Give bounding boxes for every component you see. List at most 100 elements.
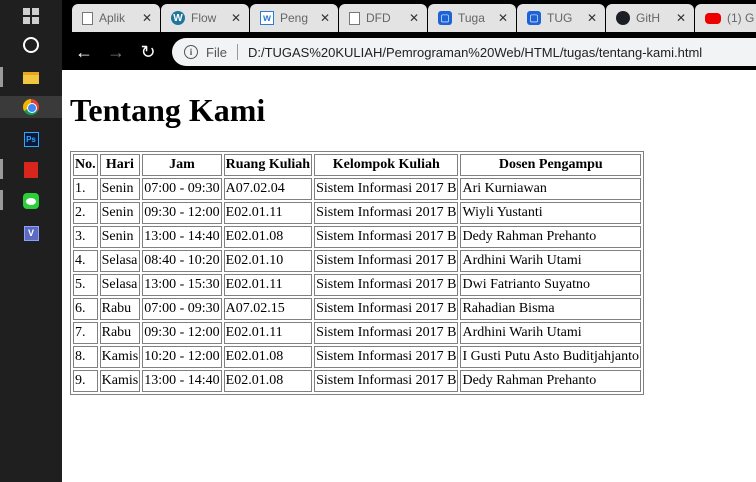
table-cell: 07:00 - 09:30: [142, 178, 222, 200]
visual-studio-icon[interactable]: V: [18, 222, 44, 244]
table-cell: 3.: [73, 226, 98, 248]
acrobat-pdf-icon[interactable]: [18, 159, 44, 181]
table-cell: Dwi Fatrianto Suyatno: [460, 274, 642, 296]
table-row: 9. Kamis 13:00 - 14:40 E02.01.08 Sistem Info…: [73, 370, 642, 392]
table-cell: I Gusti Putu Asto Buditjahjanto: [460, 346, 642, 368]
close-icon[interactable]: ✕: [498, 11, 508, 25]
table-cell: Selasa: [99, 274, 141, 296]
table-cell: 08:40 - 10:20: [142, 250, 222, 272]
blue-app-icon: ▢: [527, 11, 541, 25]
wordpress-icon: W: [171, 11, 185, 25]
table-cell: Kamis: [99, 370, 141, 392]
taskbar-running-indicator: [0, 67, 3, 87]
table-cell: Dedy Rahman Prehanto: [460, 370, 642, 392]
table-cell: E02.01.11: [223, 202, 313, 224]
close-icon[interactable]: ✕: [231, 11, 241, 25]
browser-tabstrip: Aplik ✕ W Flow ✕ w Peng ✕ DFD ✕ ▢ Tuga ✕ ▢ TUG ✕ GitH ✕ (1…: [62, 0, 756, 34]
cortana-icon[interactable]: [18, 34, 44, 56]
table-cell: Sistem Informasi 2017 B: [314, 370, 459, 392]
close-icon[interactable]: ✕: [142, 11, 152, 25]
back-arrow-icon[interactable]: ←: [72, 40, 96, 64]
browser-tab[interactable]: DFD ✕: [339, 4, 427, 32]
close-icon[interactable]: ✕: [409, 11, 419, 25]
table-row: 6. Rabu 07:00 - 09:30 A07.02.15 Sistem Infor…: [73, 298, 642, 320]
tab-title: Tuga: [458, 11, 485, 25]
table-header-cell: Jam: [142, 154, 222, 176]
file-explorer-icon[interactable]: [18, 67, 44, 89]
table-header-cell: Hari: [99, 154, 141, 176]
table-cell: Senin: [99, 226, 141, 248]
photoshop-icon[interactable]: Ps: [18, 128, 44, 150]
tab-title: Aplik: [99, 11, 126, 25]
browser-tab[interactable]: Aplik ✕: [72, 4, 160, 32]
table-cell: Kamis: [99, 346, 141, 368]
table-cell: Ardhini Warih Utami: [460, 250, 642, 272]
page-content: Tentang Kami No. Hari Jam Ruang Kuliah Kelom…: [62, 70, 756, 482]
table-cell: Sistem Informasi 2017 B: [314, 322, 459, 344]
table-cell: 07:00 - 09:30: [142, 298, 222, 320]
table-cell: Rabu: [99, 322, 141, 344]
close-icon[interactable]: ✕: [320, 11, 330, 25]
table-cell: Wiyli Yustanti: [460, 202, 642, 224]
table-cell: 09:30 - 12:00: [142, 202, 222, 224]
table-cell: E02.01.08: [223, 346, 313, 368]
table-cell: Sistem Informasi 2017 B: [314, 250, 459, 272]
chrome-icon[interactable]: [0, 96, 62, 118]
table-cell: Sistem Informasi 2017 B: [314, 202, 459, 224]
table-cell: E02.01.10: [223, 250, 313, 272]
page-icon: [82, 11, 93, 25]
tab-title: DFD: [366, 11, 391, 25]
browser-tab[interactable]: ▢ TUG ✕: [517, 4, 605, 32]
close-icon[interactable]: ✕: [587, 11, 597, 25]
table-cell: 13:00 - 14:40: [142, 370, 222, 392]
github-icon: [616, 11, 630, 25]
tab-title: TUG: [547, 11, 573, 25]
table-cell: Senin: [99, 178, 141, 200]
table-row: 5. Selasa 13:00 - 15:30 E02.01.11 Sistem Inf…: [73, 274, 642, 296]
table-header-cell: Ruang Kuliah: [223, 154, 313, 176]
table-cell: 5.: [73, 274, 98, 296]
browser-tab[interactable]: w Peng ✕: [250, 4, 338, 32]
address-url[interactable]: D:/TUGAS%20KULIAH/Pemrograman%20Web/HTML…: [248, 45, 702, 60]
browser-tab[interactable]: (1) G✕: [695, 4, 756, 32]
table-cell: Ari Kurniawan: [460, 178, 642, 200]
reload-icon[interactable]: ↻: [136, 40, 160, 64]
table-header-row: No. Hari Jam Ruang Kuliah Kelompok Kuliah Dos…: [73, 154, 642, 176]
youtube-icon: [705, 12, 721, 24]
table-cell: 9.: [73, 370, 98, 392]
table-cell: A07.02.15: [223, 298, 313, 320]
table-cell: 13:00 - 15:30: [142, 274, 222, 296]
tab-title: Peng: [280, 11, 309, 25]
table-cell: A07.02.04: [223, 178, 313, 200]
table-cell: Sistem Informasi 2017 B: [314, 274, 459, 296]
browser-tab[interactable]: W Flow ✕: [161, 4, 249, 32]
table-header-cell: No.: [73, 154, 98, 176]
table-cell: 1.: [73, 178, 98, 200]
tab-title: GitH: [636, 11, 660, 25]
table-row: 2. Senin 09:30 - 12:00 E02.01.11 Sistem Info…: [73, 202, 642, 224]
windows-start-icon[interactable]: [18, 5, 44, 27]
table-cell: Ardhini Warih Utami: [460, 322, 642, 344]
forward-arrow-icon[interactable]: →: [104, 40, 128, 64]
table-cell: Sistem Informasi 2017 B: [314, 226, 459, 248]
schedule-table: No. Hari Jam Ruang Kuliah Kelompok Kuliah Dos…: [70, 151, 645, 395]
browser-tab[interactable]: ▢ Tuga ✕: [428, 4, 516, 32]
windows-taskbar: Ps V: [0, 0, 62, 482]
table-row: 7. Rabu 09:30 - 12:00 E02.01.11 Sistem Infor…: [73, 322, 642, 344]
address-file-label: File: [206, 44, 227, 60]
address-bar[interactable]: i File D:/TUGAS%20KULIAH/Pemrograman%20W…: [172, 38, 756, 66]
close-icon[interactable]: ✕: [676, 11, 686, 25]
table-cell: Senin: [99, 202, 141, 224]
info-icon[interactable]: i: [184, 45, 198, 59]
table-row: 1. Senin 07:00 - 09:30 A07.02.04 Sistem Info…: [73, 178, 642, 200]
browser-tab[interactable]: GitH ✕: [606, 4, 694, 32]
table-cell: E02.01.08: [223, 370, 313, 392]
table-cell: 2.: [73, 202, 98, 224]
table-cell: 13:00 - 14:40: [142, 226, 222, 248]
table-cell: Dedy Rahman Prehanto: [460, 226, 642, 248]
table-cell: Selasa: [99, 250, 141, 272]
table-cell: 8.: [73, 346, 98, 368]
line-messenger-icon[interactable]: [18, 190, 44, 212]
tab-title: Flow: [191, 11, 217, 25]
table-cell: Sistem Informasi 2017 B: [314, 298, 459, 320]
